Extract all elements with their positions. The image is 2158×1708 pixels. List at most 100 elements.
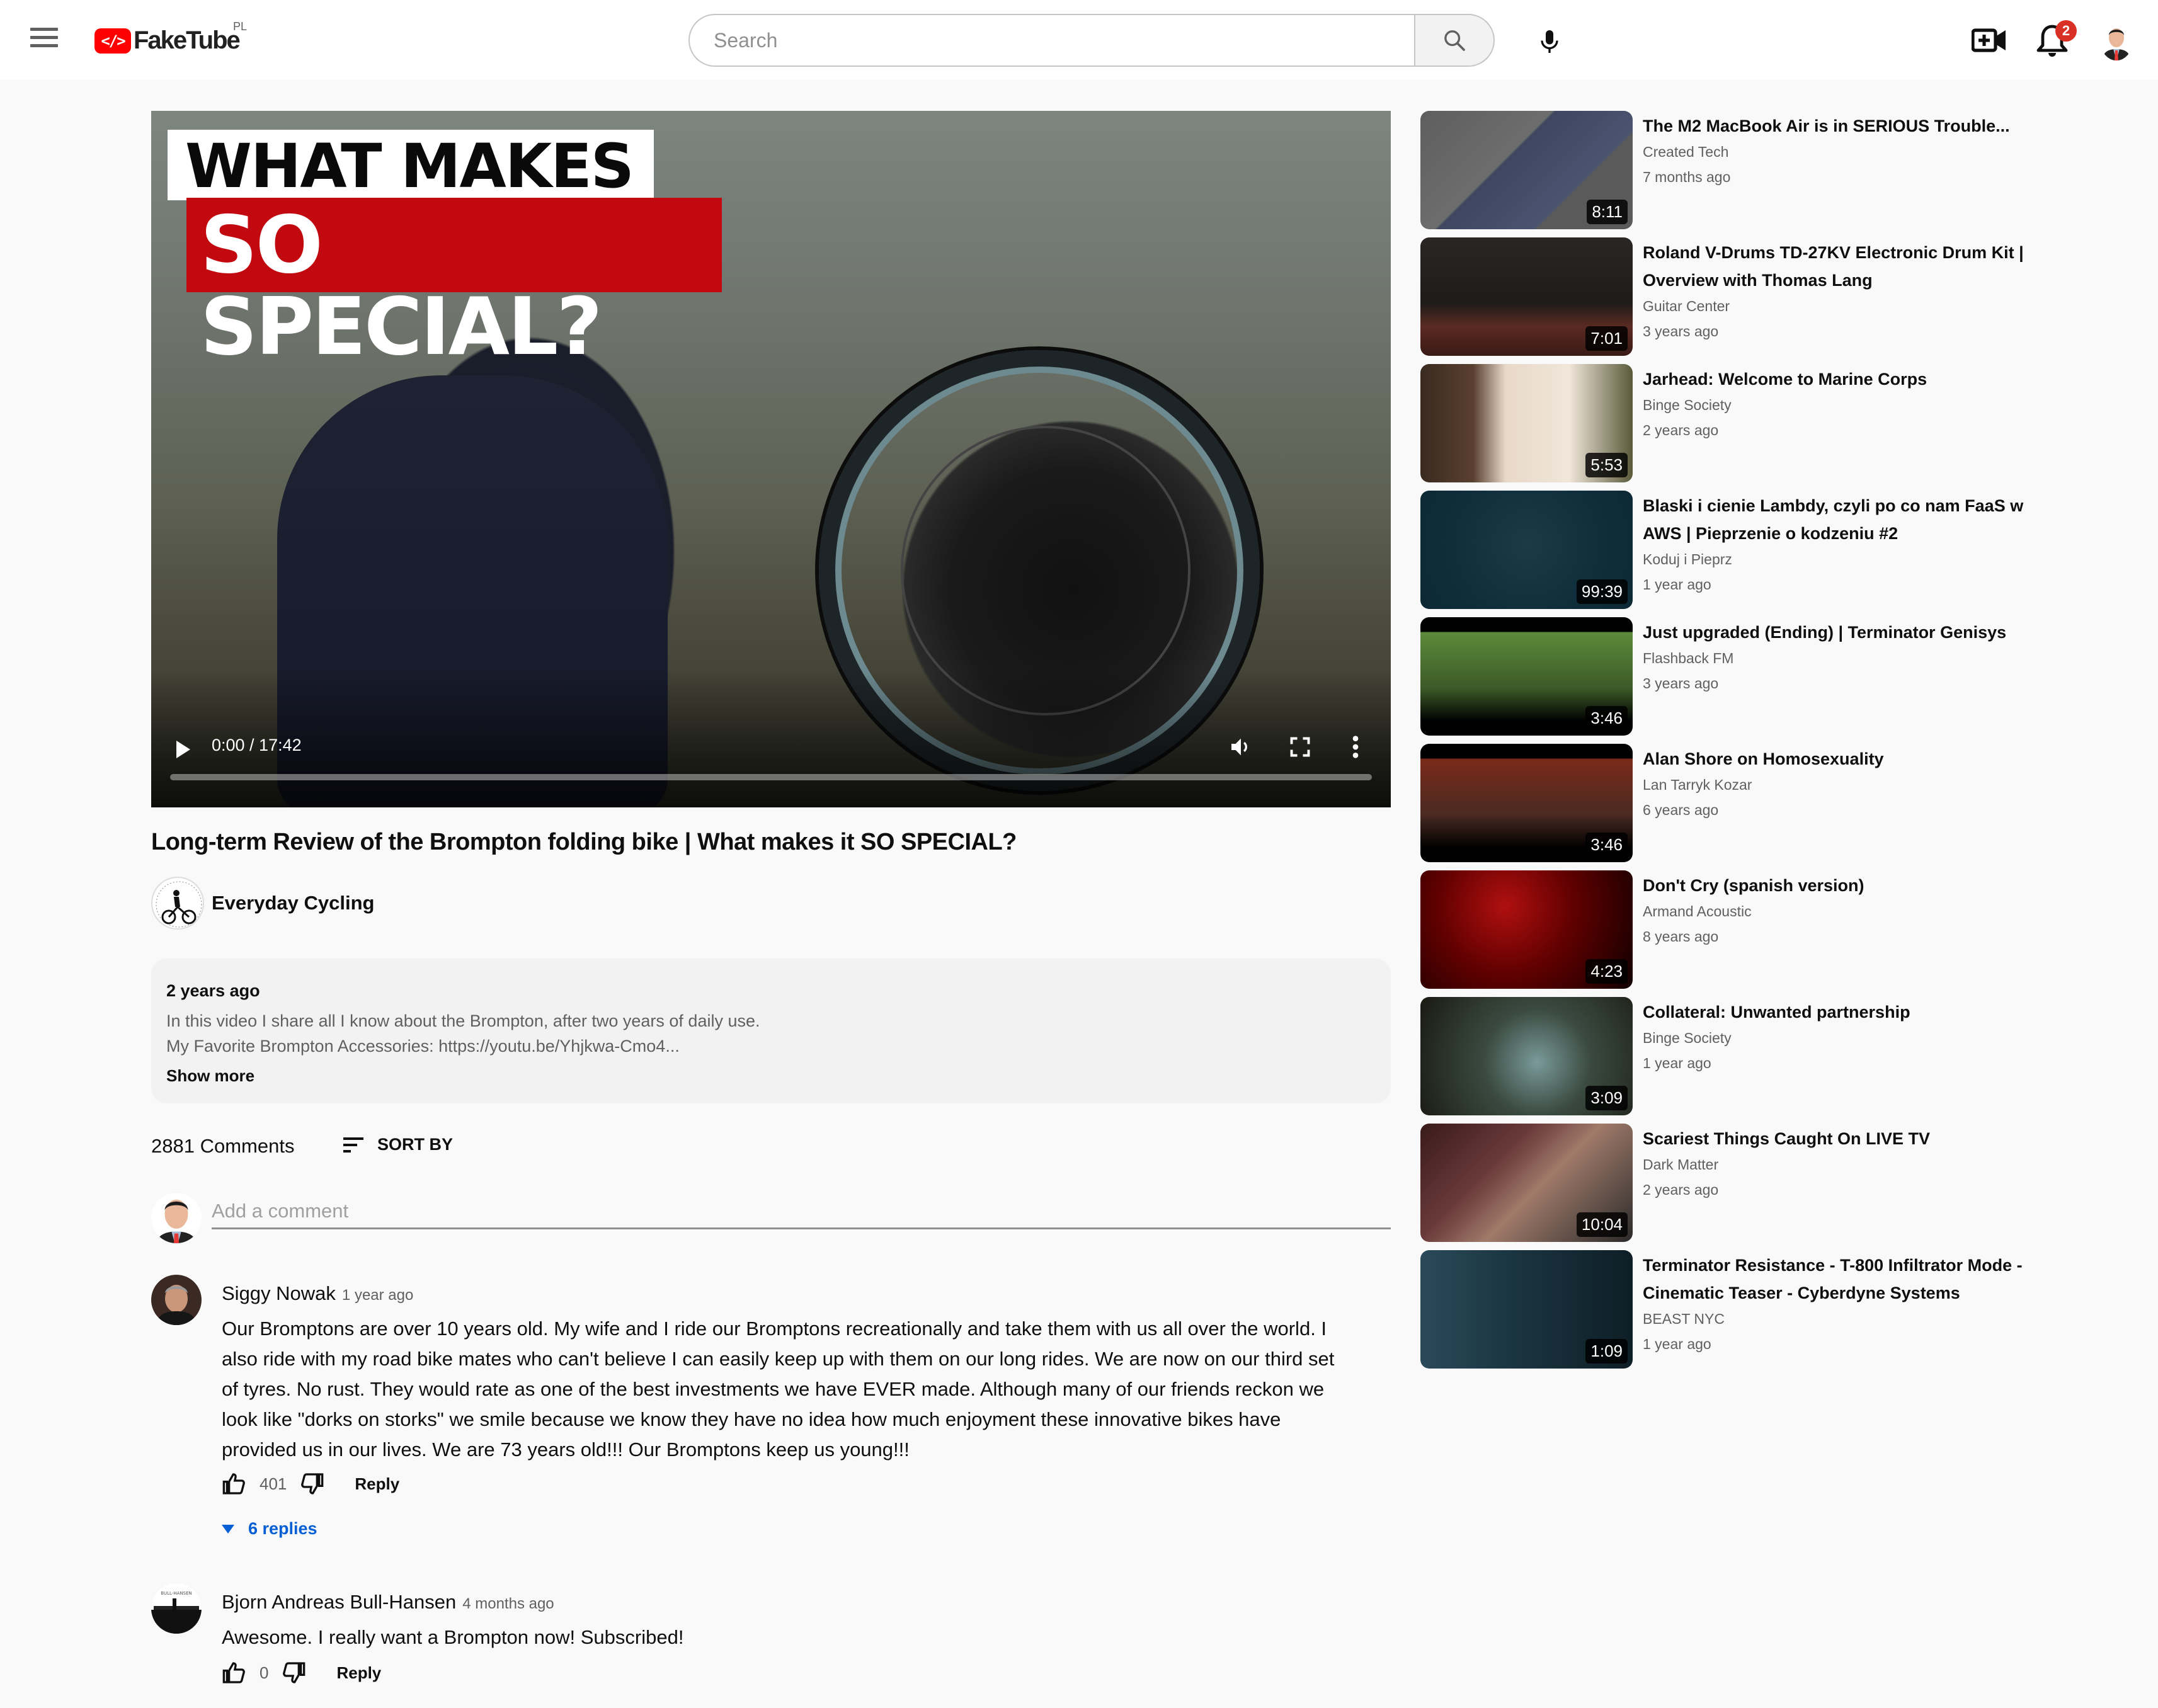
notification-count-badge: 2 <box>2055 20 2077 42</box>
current-user-avatar <box>151 1193 202 1243</box>
video-thumbnail[interactable]: 5:53 <box>1420 364 1633 482</box>
video-title[interactable]: Roland V-Drums TD-27KV Electronic Drum K… <box>1643 239 2052 294</box>
comment-author-name[interactable]: Bjorn Andreas Bull-Hansen <box>222 1591 456 1613</box>
reply-button[interactable]: Reply <box>355 1474 399 1494</box>
comment-time[interactable]: 4 months ago <box>462 1595 554 1612</box>
video-channel[interactable]: Lan Tarryk Kozar <box>1643 777 1752 794</box>
video-channel[interactable]: Dark Matter <box>1643 1156 1718 1173</box>
video-channel[interactable]: Koduj i Pieprz <box>1643 551 1732 568</box>
sort-by-label: SORT BY <box>377 1135 454 1154</box>
recommended-video-item[interactable]: 3:09 Collateral: Unwanted partnership Bing… <box>1420 997 2063 1115</box>
video-duration: 3:46 <box>1585 706 1628 731</box>
volume-icon <box>1231 738 1247 756</box>
recommended-video-item[interactable]: 99:39 Blaski i cienie Lambdy, czyli po co… <box>1420 491 2063 609</box>
logo-code-icon: </> <box>94 28 131 54</box>
video-title[interactable]: Alan Shore on Homosexuality <box>1643 745 2052 773</box>
video-channel[interactable]: Flashback FM <box>1643 650 1733 667</box>
video-age: 1 year ago <box>1643 1336 1711 1352</box>
video-channel[interactable]: Armand Acoustic <box>1643 903 1752 920</box>
recommended-video-item[interactable]: 3:46 Alan Shore on Homosexuality Lan Tarry… <box>1420 744 2063 862</box>
search-input[interactable] <box>688 14 1414 67</box>
sort-by-button[interactable]: SORT BY <box>343 1135 453 1154</box>
video-title[interactable]: Don't Cry (spanish version) <box>1643 872 2052 899</box>
sort-icon <box>343 1137 363 1153</box>
logo[interactable]: </> FakeTube PL <box>94 20 247 55</box>
player-more-button[interactable] <box>1350 734 1361 763</box>
video-title[interactable]: Jarhead: Welcome to Marine Corps <box>1643 365 2052 393</box>
show-more-button[interactable]: Show more <box>166 1066 1376 1086</box>
menu-button[interactable] <box>30 28 58 53</box>
recommended-video-item[interactable]: 1:09 Terminator Resistance - T-800 Infilt… <box>1420 1250 2063 1369</box>
recommended-video-item[interactable]: 8:11 The M2 MacBook Air is in SERIOUS Tro… <box>1420 111 2063 229</box>
video-title[interactable]: Collateral: Unwanted partnership <box>1643 998 2052 1026</box>
video-channel[interactable]: Created Tech <box>1643 144 1728 161</box>
like-button[interactable] <box>222 1660 247 1685</box>
video-title[interactable]: Blaski i cienie Lambdy, czyli po co nam … <box>1643 492 2052 547</box>
fullscreen-button[interactable] <box>1289 736 1311 761</box>
video-title: Long-term Review of the Brompton folding… <box>151 829 1017 855</box>
video-title[interactable]: Scariest Things Caught On LIVE TV <box>1643 1125 2052 1153</box>
reply-button[interactable]: Reply <box>336 1663 381 1683</box>
description-date: 2 years ago <box>166 981 260 1000</box>
comment-text: Awesome. I really want a Brompton now! S… <box>222 1626 684 1648</box>
video-thumbnail[interactable]: 3:46 <box>1420 617 1633 736</box>
comment-item: Siggy Nowak 1 year ago Our Bromptons are … <box>151 1275 1391 1539</box>
video-age: 1 year ago <box>1643 1055 1711 1071</box>
recommended-video-item[interactable]: 4:23 Don't Cry (spanish version) Armand Ac… <box>1420 870 2063 989</box>
comment-text: Our Bromptons are over 10 years old. My … <box>222 1318 1335 1460</box>
video-thumbnail[interactable]: 99:39 <box>1420 491 1633 609</box>
comment-author-name[interactable]: Siggy Nowak <box>222 1282 336 1304</box>
comment-time[interactable]: 1 year ago <box>342 1287 413 1304</box>
dislike-button[interactable] <box>281 1660 306 1685</box>
video-camera-plus-icon <box>1971 28 2006 52</box>
description-box[interactable]: 2 years ago In this video I share all I … <box>151 959 1391 1103</box>
video-channel[interactable]: Binge Society <box>1643 1030 1732 1047</box>
video-age: 1 year ago <box>1643 576 1711 593</box>
volume-button[interactable] <box>1228 734 1253 763</box>
recommended-video-item[interactable]: 7:01 Roland V-Drums TD-27KV Electronic Dr… <box>1420 237 2063 356</box>
comment-author[interactable]: Siggy Nowak 1 year ago <box>222 1282 413 1305</box>
add-comment-input[interactable] <box>212 1194 1391 1229</box>
recommended-video-item[interactable]: 3:46 Just upgraded (Ending) | Terminator … <box>1420 617 2063 736</box>
video-thumbnail[interactable]: 10:04 <box>1420 1124 1633 1242</box>
like-button[interactable] <box>222 1471 247 1496</box>
voice-search-button[interactable] <box>1531 23 1568 60</box>
comment-author-avatar-image <box>151 1275 202 1325</box>
channel-name[interactable]: Everyday Cycling <box>212 892 374 914</box>
comment-author-avatar[interactable]: BULL-HANSEN <box>151 1583 202 1634</box>
video-title[interactable]: Terminator Resistance - T-800 Infiltrato… <box>1643 1251 2052 1307</box>
search-button[interactable] <box>1414 14 1495 67</box>
video-duration: 4:23 <box>1585 959 1628 984</box>
view-replies-button[interactable]: 6 replies <box>222 1519 317 1539</box>
video-thumbnail[interactable]: 4:23 <box>1420 870 1633 989</box>
channel-logo-cyclist-icon <box>154 879 203 928</box>
description-line-2[interactable]: My Favorite Brompton Accessories: https:… <box>166 1033 1376 1059</box>
recommended-video-item[interactable]: 5:53 Jarhead: Welcome to Marine Corps Bing… <box>1420 364 2063 482</box>
comment-author-avatar[interactable] <box>151 1275 202 1325</box>
video-thumbnail[interactable]: 1:09 <box>1420 1250 1633 1369</box>
video-player[interactable]: WHAT MAKES IT SO SPECIAL? 0:00 / 17:42 <box>151 111 1391 807</box>
microphone-icon <box>1541 30 1558 53</box>
video-thumbnail[interactable]: 8:11 <box>1420 111 1633 229</box>
video-channel[interactable]: Binge Society <box>1643 397 1732 414</box>
user-avatar[interactable] <box>2100 20 2133 60</box>
play-button[interactable] <box>175 739 191 763</box>
hamburger-icon-bar <box>30 36 58 39</box>
comment-author-avatar-image: BULL-HANSEN <box>151 1583 202 1634</box>
recommended-video-item[interactable]: 10:04 Scariest Things Caught On LIVE TV Da… <box>1420 1124 2063 1242</box>
video-title[interactable]: Just upgraded (Ending) | Terminator Geni… <box>1643 618 2052 646</box>
video-title[interactable]: The M2 MacBook Air is in SERIOUS Trouble… <box>1643 112 2052 140</box>
replies-count: 6 replies <box>248 1519 317 1538</box>
progress-bar[interactable] <box>170 774 1372 780</box>
video-channel[interactable]: Guitar Center <box>1643 298 1730 315</box>
create-video-button[interactable] <box>1971 25 2007 55</box>
top-header: </> FakeTube PL 2 <box>0 0 2158 80</box>
description-line-1: In this video I share all I know about t… <box>166 1011 760 1030</box>
channel-avatar[interactable] <box>151 877 204 930</box>
video-thumbnail[interactable]: 7:01 <box>1420 237 1633 356</box>
comment-author[interactable]: Bjorn Andreas Bull-Hansen 4 months ago <box>222 1591 554 1614</box>
dislike-button[interactable] <box>299 1471 324 1496</box>
video-thumbnail[interactable]: 3:46 <box>1420 744 1633 862</box>
video-channel[interactable]: BEAST NYC <box>1643 1311 1725 1328</box>
video-thumbnail[interactable]: 3:09 <box>1420 997 1633 1115</box>
